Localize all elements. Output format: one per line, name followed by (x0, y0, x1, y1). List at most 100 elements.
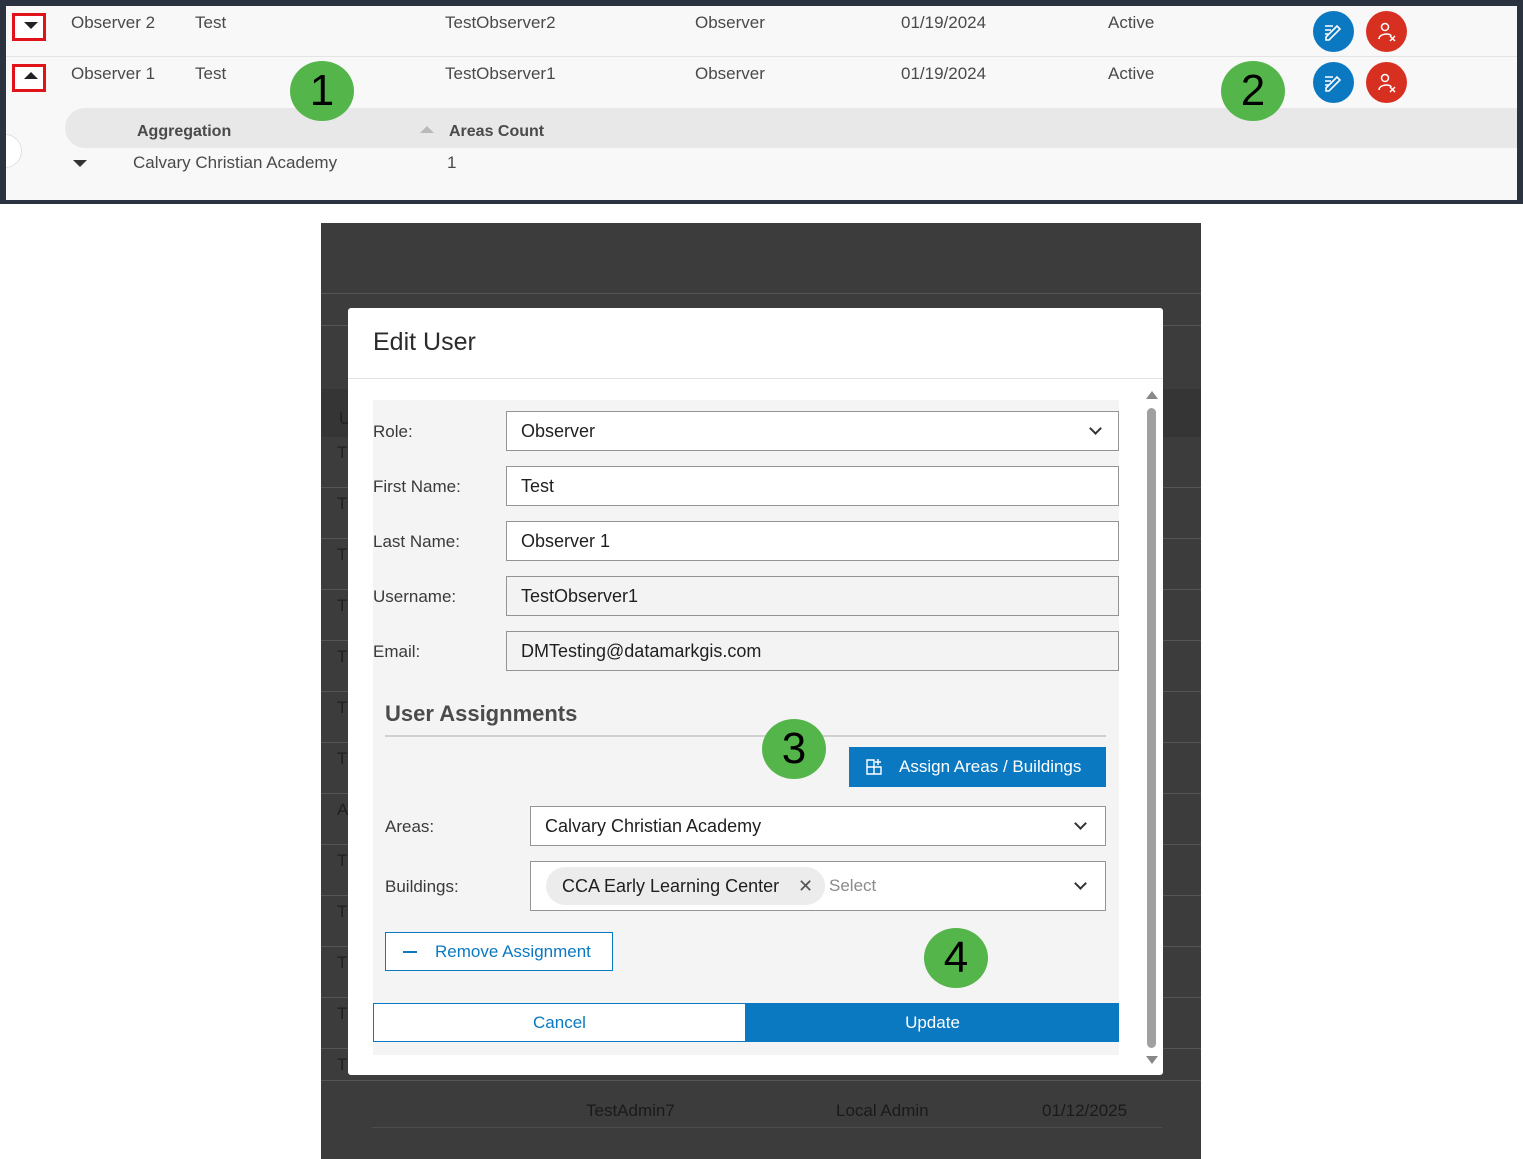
chevron-down-icon (1074, 817, 1087, 830)
areas-select-value: Calvary Christian Academy (545, 816, 762, 836)
cancel-button[interactable]: Cancel (373, 1003, 746, 1042)
edit-user-button[interactable] (1313, 11, 1354, 52)
buildings-placeholder: Select (829, 876, 877, 895)
buildings-multiselect[interactable]: CCA Early Learning Center ✕ Select (530, 861, 1106, 911)
scroll-nub (6, 134, 22, 168)
last-name-input[interactable]: Observer 1 (506, 521, 1119, 561)
assign-areas-buildings-button[interactable]: Assign Areas / Buildings (849, 747, 1106, 787)
bg-text: T (337, 749, 348, 768)
building-chip: CCA Early Learning Center ✕ (546, 867, 826, 905)
bg-text: T (337, 596, 348, 615)
bg-text: T (337, 902, 348, 921)
users-table: Observer 2 Test TestObserver2 Observer 0… (6, 6, 1517, 200)
update-button[interactable]: Update (746, 1003, 1119, 1042)
sort-ascending-icon[interactable] (420, 126, 434, 133)
bg-divider (372, 1127, 1162, 1128)
step-badge-2: 2 (1221, 61, 1285, 121)
chevron-down-icon (1074, 877, 1087, 890)
edit-user-form: Role: Observer First Name: Test Last Nam… (373, 400, 1119, 1055)
assign-button-label: Assign Areas / Buildings (899, 757, 1082, 776)
dialog-divider (348, 378, 1163, 379)
role-select[interactable]: Observer (506, 411, 1119, 451)
scrollbar-thumb[interactable] (1147, 408, 1156, 1048)
first-name-label: First Name: (373, 477, 461, 496)
dialog-scrollbar[interactable] (1144, 388, 1159, 1068)
cell-role: Observer (695, 13, 765, 32)
email-input[interactable]: DMTesting@datamarkgis.com (506, 631, 1119, 671)
user-assignments-heading: User Assignments (385, 701, 578, 726)
users-table-panel: Observer 2 Test TestObserver2 Observer 0… (0, 0, 1523, 204)
expand-subrow-icon[interactable] (73, 160, 87, 167)
bg-text: T (337, 545, 348, 564)
cell-name: Observer 1 (71, 64, 156, 83)
collapse-row-button[interactable] (12, 64, 46, 92)
cell-username: TestObserver1 (445, 64, 556, 83)
bg-text: T (337, 443, 348, 462)
table-row: Observer 1 Test TestObserver1 Observer 0… (6, 57, 1517, 108)
user-remove-icon (1378, 22, 1396, 42)
building-chip-label: CCA Early Learning Center (562, 876, 780, 896)
column-header-aggregation[interactable]: Aggregation (137, 123, 231, 141)
role-label: Role: (373, 422, 413, 441)
remove-user-button[interactable] (1366, 11, 1407, 52)
grid-add-icon (866, 759, 882, 775)
last-name-label: Last Name: (373, 532, 460, 551)
remove-user-button[interactable] (1366, 62, 1407, 103)
buildings-label: Buildings: (385, 877, 459, 896)
scroll-down-icon[interactable] (1146, 1056, 1158, 1064)
scroll-up-icon[interactable] (1146, 391, 1158, 399)
expand-row-button[interactable] (12, 13, 46, 41)
user-remove-icon (1378, 73, 1396, 93)
close-icon[interactable]: ✕ (798, 867, 813, 905)
section-divider (385, 735, 1106, 737)
bg-text: T (337, 494, 348, 513)
first-name-input[interactable]: Test (506, 466, 1119, 506)
step-badge-1: 1 (290, 61, 354, 121)
cell-first-name: Test (195, 13, 227, 32)
cell-role: Observer (695, 64, 765, 83)
cell-first-name: Test (195, 64, 227, 83)
cell-date: 01/19/2024 (901, 13, 987, 32)
minus-icon (403, 951, 417, 953)
cell-name: Observer 2 (71, 13, 156, 32)
caret-up-icon (24, 72, 38, 79)
username-input[interactable]: TestObserver1 (506, 576, 1119, 616)
bg-text: A (337, 800, 349, 819)
bg-text: T (337, 647, 348, 666)
step-badge-3: 3 (762, 719, 826, 779)
username-label: Username: (373, 587, 457, 606)
bg-date: 01/12/2025 (1042, 1101, 1128, 1120)
areas-label: Areas: (385, 817, 435, 836)
bg-text: T (337, 1004, 348, 1023)
chevron-down-icon (1089, 422, 1102, 435)
edit-user-button[interactable] (1313, 62, 1354, 103)
bg-text: T (337, 698, 348, 717)
cell-status: Active (1108, 13, 1155, 32)
subtable-cell-areas-count: 1 (447, 153, 457, 172)
role-select-value: Observer (521, 421, 596, 441)
dialog-title: Edit User (373, 328, 476, 356)
remove-button-label: Remove Assignment (435, 942, 591, 961)
bg-text: T (337, 1055, 348, 1074)
cell-status: Active (1108, 64, 1155, 83)
cell-date: 01/19/2024 (901, 64, 987, 83)
subtable-header: Aggregation Areas Count (65, 108, 1517, 148)
bg-role: Local Admin (836, 1101, 929, 1120)
table-row: Observer 2 Test TestObserver2 Observer 0… (6, 6, 1517, 57)
bg-text: T (337, 851, 348, 870)
edit-icon (1325, 75, 1342, 92)
bg-text: T (337, 953, 348, 972)
bg-username: TestAdmin7 (586, 1101, 675, 1120)
email-label: Email: (373, 642, 421, 661)
areas-select[interactable]: Calvary Christian Academy (530, 806, 1106, 846)
cell-username: TestObserver2 (445, 13, 556, 32)
edit-user-dialog: Edit User Role: Observer First Name: Tes… (348, 308, 1163, 1075)
step-badge-4: 4 (924, 928, 988, 988)
remove-assignment-button[interactable]: Remove Assignment (385, 932, 613, 971)
edit-icon (1325, 24, 1342, 41)
bg-divider (321, 293, 1201, 294)
subtable-cell-aggregation: Calvary Christian Academy (133, 153, 338, 172)
column-header-areas-count[interactable]: Areas Count (449, 123, 544, 141)
bg-divider (321, 1080, 1201, 1081)
caret-down-icon (24, 22, 38, 29)
